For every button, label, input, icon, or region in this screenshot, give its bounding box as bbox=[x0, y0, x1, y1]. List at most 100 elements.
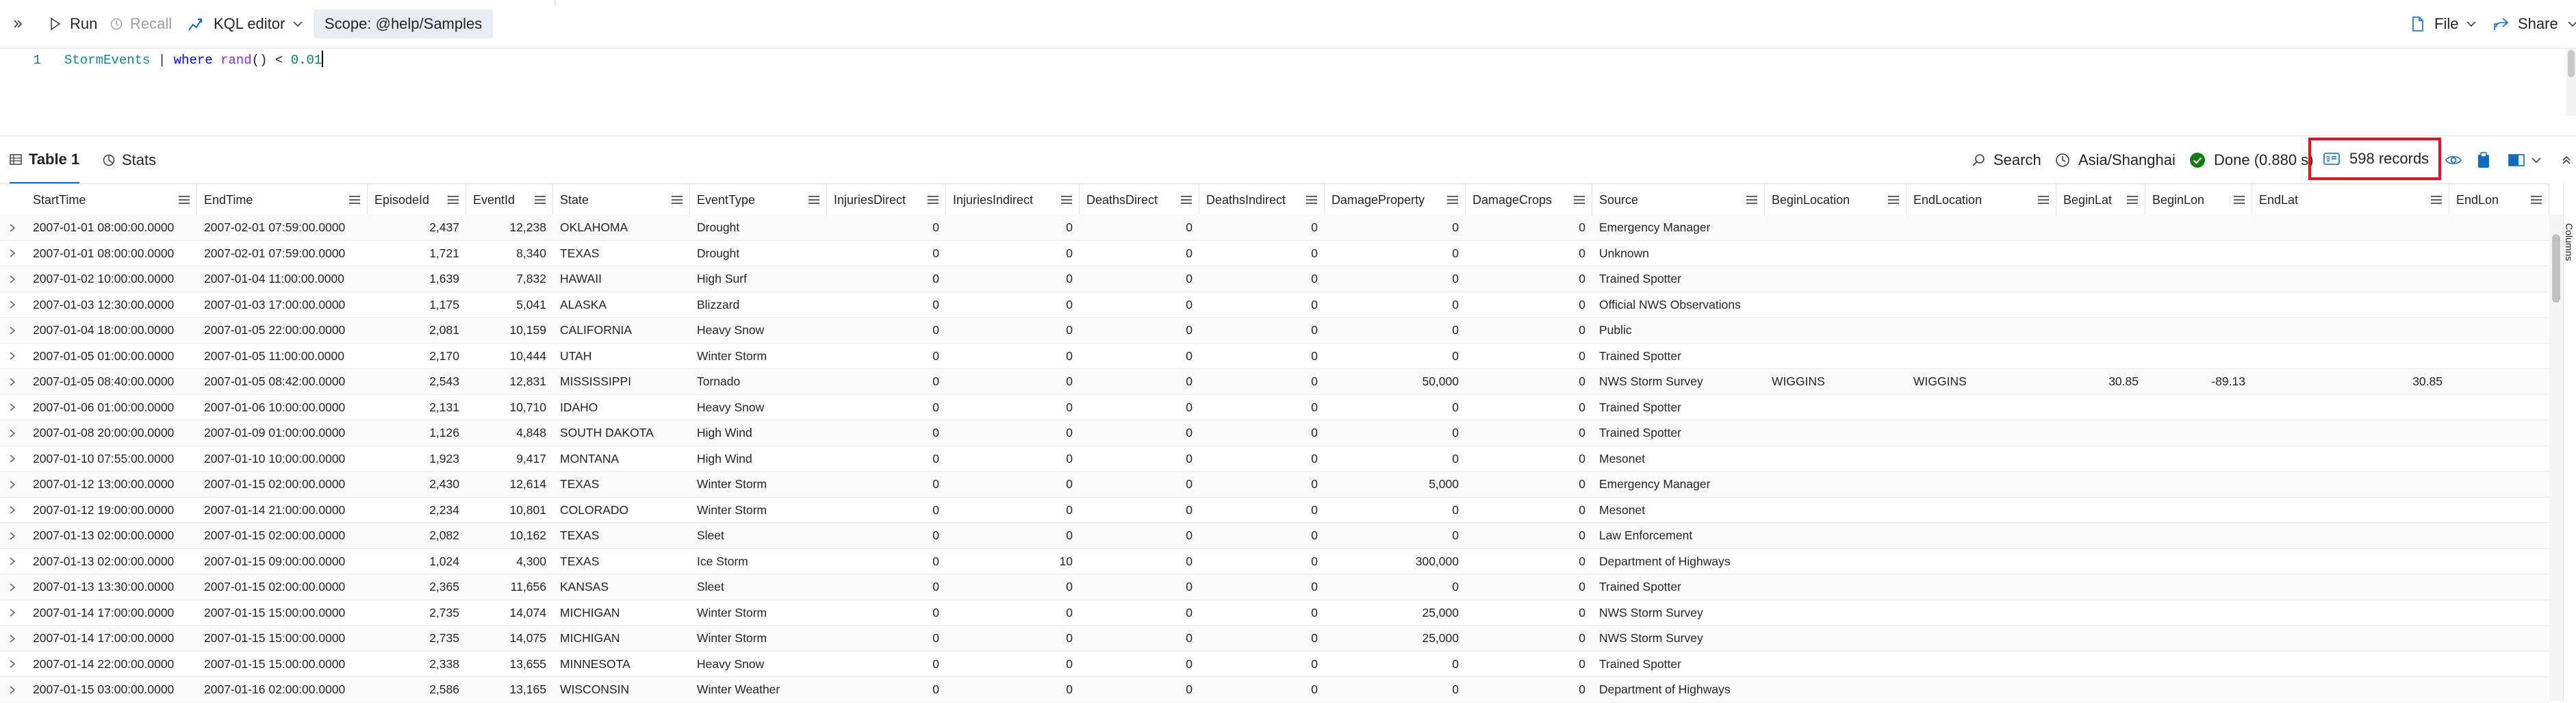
cell-endlocation[interactable] bbox=[1907, 292, 2056, 318]
cell-state[interactable]: TEXAS bbox=[553, 241, 690, 266]
preview-button[interactable] bbox=[2445, 136, 2462, 184]
table-row[interactable]: 2007-01-08 20:00:00.0000 2007-01-09 01:00… bbox=[0, 420, 2549, 446]
cell-endlon[interactable] bbox=[2449, 446, 2549, 472]
row-expand-chevron-icon[interactable] bbox=[4, 574, 21, 600]
cell-state[interactable]: MONTANA bbox=[553, 446, 690, 472]
cell-state[interactable]: KANSAS bbox=[553, 574, 690, 600]
cell-injuriesindirect[interactable]: 0 bbox=[946, 523, 1080, 548]
cell-beginlat[interactable] bbox=[2056, 549, 2145, 574]
cell-injuriesindirect[interactable]: 0 bbox=[946, 344, 1080, 369]
cell-starttime[interactable]: 2007-01-12 19:00:00.0000 bbox=[26, 498, 197, 523]
cell-deathsdirect[interactable]: 0 bbox=[1080, 677, 1199, 702]
cell-endlocation[interactable] bbox=[1907, 574, 2056, 600]
cell-starttime[interactable]: 2007-01-05 01:00:00.0000 bbox=[26, 344, 197, 369]
cell-deathsdirect[interactable]: 0 bbox=[1080, 472, 1199, 497]
cell-eventtype[interactable]: Winter Storm bbox=[690, 626, 827, 651]
cell-beginlat[interactable]: 30.85 bbox=[2056, 369, 2145, 394]
cell-starttime[interactable]: 2007-01-04 18:00:00.0000 bbox=[26, 318, 197, 343]
cell-deathsdirect[interactable]: 0 bbox=[1080, 266, 1199, 292]
cell-deathsindirect[interactable]: 0 bbox=[1199, 318, 1325, 343]
cell-damageproperty[interactable]: 5,000 bbox=[1325, 472, 1466, 497]
cell-endlat[interactable] bbox=[2252, 395, 2449, 420]
cell-starttime[interactable]: 2007-01-14 22:00:00.0000 bbox=[26, 652, 197, 677]
column-header-deathsdirect[interactable]: DeathsDirect bbox=[1080, 184, 1199, 216]
column-menu-icon[interactable] bbox=[448, 196, 459, 204]
cell-beginlat[interactable] bbox=[2056, 215, 2145, 240]
cell-deathsindirect[interactable]: 0 bbox=[1199, 369, 1325, 394]
cell-damagecrops[interactable]: 0 bbox=[1466, 626, 1592, 651]
table-row[interactable]: 2007-01-15 03:00:00.0000 2007-01-16 02:00… bbox=[0, 677, 2549, 703]
cell-eventtype[interactable]: Heavy Snow bbox=[690, 318, 827, 343]
cell-deathsdirect[interactable]: 0 bbox=[1080, 420, 1199, 446]
cell-deathsdirect[interactable]: 0 bbox=[1080, 369, 1199, 394]
query-text[interactable]: StormEvents | where rand() < 0.01 bbox=[64, 50, 324, 71]
cell-endlat[interactable] bbox=[2252, 215, 2449, 240]
copy-button[interactable] bbox=[2477, 136, 2490, 184]
column-header-damageproperty[interactable]: DamageProperty bbox=[1325, 184, 1466, 216]
cell-source[interactable]: Trained Spotter bbox=[1592, 344, 1765, 369]
cell-state[interactable]: TEXAS bbox=[553, 523, 690, 548]
cell-damageproperty[interactable]: 0 bbox=[1325, 344, 1466, 369]
column-menu-icon[interactable] bbox=[179, 196, 190, 204]
cell-injuriesindirect[interactable]: 0 bbox=[946, 626, 1080, 651]
cell-eventtype[interactable]: High Wind bbox=[690, 420, 827, 446]
cell-injuriesindirect[interactable]: 0 bbox=[946, 292, 1080, 318]
cell-beginlon[interactable] bbox=[2145, 292, 2252, 318]
cell-episodeid[interactable]: 2,131 bbox=[368, 395, 466, 420]
cell-endlon[interactable] bbox=[2449, 677, 2549, 702]
cell-injuriesindirect[interactable]: 0 bbox=[946, 318, 1080, 343]
cell-beginlon[interactable] bbox=[2145, 574, 2252, 600]
row-expand-chevron-icon[interactable] bbox=[4, 446, 21, 472]
cell-starttime[interactable]: 2007-01-02 10:00:00.0000 bbox=[26, 266, 197, 292]
cell-endlon[interactable] bbox=[2449, 574, 2549, 600]
table-row[interactable]: 2007-01-10 07:55:00.0000 2007-01-10 10:00… bbox=[0, 446, 2549, 472]
column-menu-icon[interactable] bbox=[535, 196, 546, 204]
cell-endlat[interactable] bbox=[2252, 549, 2449, 574]
cell-endlon[interactable] bbox=[2449, 600, 2549, 626]
cell-beginlocation[interactable] bbox=[1765, 626, 1907, 651]
cell-endlat[interactable] bbox=[2252, 498, 2449, 523]
cell-eventid[interactable]: 5,041 bbox=[466, 292, 553, 318]
cell-state[interactable]: MISSISSIPPI bbox=[553, 369, 690, 394]
cell-injuriesdirect[interactable]: 0 bbox=[827, 549, 946, 574]
cell-damagecrops[interactable]: 0 bbox=[1466, 266, 1592, 292]
table-row[interactable]: 2007-01-14 17:00:00.0000 2007-01-15 15:00… bbox=[0, 600, 2549, 626]
row-expand-chevron-icon[interactable] bbox=[4, 369, 21, 394]
column-header-endtime[interactable]: EndTime bbox=[197, 184, 368, 216]
cell-eventid[interactable]: 4,848 bbox=[466, 420, 553, 446]
cell-injuriesdirect[interactable]: 0 bbox=[827, 498, 946, 523]
cell-injuriesdirect[interactable]: 0 bbox=[827, 420, 946, 446]
cell-starttime[interactable]: 2007-01-01 08:00:00.0000 bbox=[26, 215, 197, 240]
cell-starttime[interactable]: 2007-01-12 13:00:00.0000 bbox=[26, 472, 197, 497]
cell-source[interactable]: Public bbox=[1592, 318, 1765, 343]
cell-endlat[interactable] bbox=[2252, 600, 2449, 626]
cell-state[interactable]: MINNESOTA bbox=[553, 652, 690, 677]
table-row[interactable]: 2007-01-14 22:00:00.0000 2007-01-15 15:00… bbox=[0, 652, 2549, 677]
cell-episodeid[interactable]: 2,365 bbox=[368, 574, 466, 600]
cell-beginlocation[interactable] bbox=[1765, 600, 1907, 626]
cell-damageproperty[interactable]: 0 bbox=[1325, 677, 1466, 702]
cell-source[interactable]: NWS Storm Survey bbox=[1592, 369, 1765, 394]
cell-deathsindirect[interactable]: 0 bbox=[1199, 677, 1325, 702]
column-menu-icon[interactable] bbox=[1888, 196, 1899, 204]
query-status[interactable]: Done (0.880 s) bbox=[2189, 136, 2314, 184]
cell-state[interactable]: ALASKA bbox=[553, 292, 690, 318]
cell-endlon[interactable] bbox=[2449, 498, 2549, 523]
cell-endlon[interactable] bbox=[2449, 369, 2549, 394]
cell-endlocation[interactable] bbox=[1907, 652, 2056, 677]
cell-starttime[interactable]: 2007-01-14 17:00:00.0000 bbox=[26, 626, 197, 651]
cell-beginlon[interactable] bbox=[2145, 344, 2252, 369]
cell-deathsdirect[interactable]: 0 bbox=[1080, 215, 1199, 240]
cell-injuriesdirect[interactable]: 0 bbox=[827, 344, 946, 369]
cell-endlocation[interactable] bbox=[1907, 446, 2056, 472]
column-header-endlat[interactable]: EndLat bbox=[2252, 184, 2449, 216]
cell-state[interactable]: MICHIGAN bbox=[553, 600, 690, 626]
cell-eventid[interactable]: 10,710 bbox=[466, 395, 553, 420]
cell-endlat[interactable] bbox=[2252, 266, 2449, 292]
cell-endlocation[interactable] bbox=[1907, 215, 2056, 240]
cell-injuriesindirect[interactable]: 0 bbox=[946, 420, 1080, 446]
cell-deathsdirect[interactable]: 0 bbox=[1080, 652, 1199, 677]
cell-endlon[interactable] bbox=[2449, 241, 2549, 266]
cell-deathsindirect[interactable]: 0 bbox=[1199, 215, 1325, 240]
cell-beginlocation[interactable] bbox=[1765, 549, 1907, 574]
